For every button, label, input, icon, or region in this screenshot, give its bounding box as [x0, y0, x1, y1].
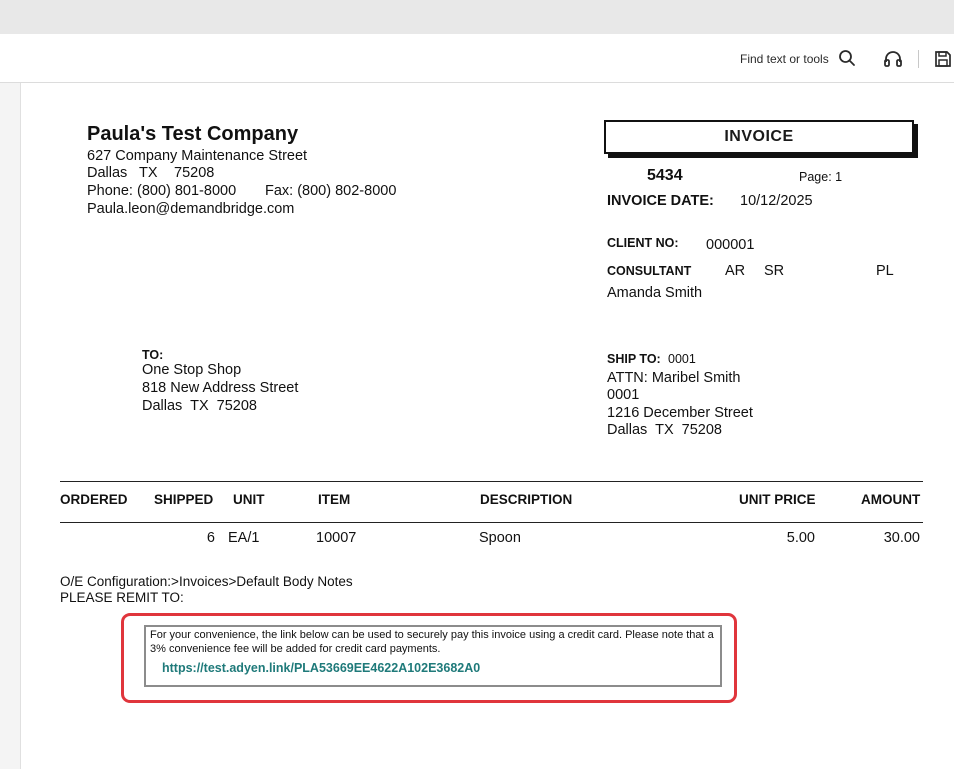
ship-to-attn: ATTN: Maribel Smith	[607, 370, 741, 386]
company-fax: Fax: (800) 802-8000	[265, 183, 397, 199]
ship-to-code: 0001	[668, 352, 696, 366]
row-shipped: 6	[206, 530, 215, 546]
row-item: 10007	[316, 530, 357, 546]
col-header-amount: AMOUNT	[861, 492, 921, 507]
company-city: Dallas	[87, 165, 128, 181]
company-name: Paula's Test Company	[87, 123, 299, 145]
row-description: Spoon	[479, 530, 521, 546]
col-header-unit: UNIT	[233, 492, 265, 507]
invoice-date: 10/12/2025	[740, 193, 813, 209]
row-unit: EA/1	[228, 530, 260, 546]
col-header-ordered: ORDERED	[60, 492, 128, 507]
company-email: Paula.leon@demandbridge.com	[87, 201, 295, 217]
remit-to-label: PLEASE REMIT TO:	[60, 590, 184, 605]
company-zip: 75208	[174, 165, 215, 181]
company-address: 627 Company Maintenance Street	[87, 148, 308, 164]
bill-to-street: 818 New Address Street	[142, 380, 299, 396]
consultant-name: Amanda Smith	[607, 285, 703, 301]
find-text-label[interactable]: Find text or tools	[740, 52, 829, 66]
viewer-gutter	[0, 83, 21, 769]
row-amount: 30.00	[883, 530, 920, 546]
company-phone: Phone: (800) 801-8000	[87, 183, 237, 199]
headphones-icon[interactable]	[883, 50, 903, 73]
col-header-unit-price: UNIT PRICE	[739, 492, 816, 507]
col-header-item: ITEM	[318, 492, 351, 507]
col-header-shipped: SHIPPED	[154, 492, 214, 507]
consultant-ar: AR	[725, 263, 746, 279]
row-unit-price: 5.00	[786, 530, 815, 546]
bill-to-city: Dallas TX 75208	[142, 398, 257, 414]
ship-to-label: SHIP TO:	[607, 352, 661, 366]
toolbar-separator	[918, 50, 919, 68]
save-icon[interactable]	[934, 50, 952, 73]
bill-to-name: One Stop Shop	[142, 362, 242, 378]
consultant-label: CONSULTANT	[607, 264, 692, 278]
body-notes-config: O/E Configuration:>Invoices>Default Body…	[60, 574, 353, 589]
payment-note-text: For your convenience, the link below can…	[150, 629, 714, 655]
invoice-title-box: INVOICE	[604, 120, 914, 154]
client-no-label: CLIENT NO:	[607, 236, 679, 250]
client-no: 000001	[706, 237, 755, 253]
payment-link[interactable]: https://test.adyen.link/PLA53669EE4622A1…	[162, 661, 480, 675]
window-top-band	[0, 0, 954, 34]
ship-to-id: 0001	[607, 387, 640, 403]
company-state: TX	[139, 165, 158, 181]
invoice-date-label: INVOICE DATE:	[607, 193, 714, 209]
page-number: Page: 1	[799, 170, 843, 184]
table-top-rule	[60, 481, 923, 482]
search-icon[interactable]	[838, 49, 856, 72]
table-header-rule	[60, 522, 923, 523]
invoice-number: 5434	[647, 167, 683, 184]
col-header-description: DESCRIPTION	[480, 492, 573, 507]
consultant-pl: PL	[876, 263, 894, 279]
bill-to-label: TO:	[142, 348, 164, 362]
ship-to-city: Dallas TX 75208	[607, 422, 722, 438]
consultant-sr: SR	[764, 263, 785, 279]
ship-to-street: 1216 December Street	[607, 405, 753, 421]
